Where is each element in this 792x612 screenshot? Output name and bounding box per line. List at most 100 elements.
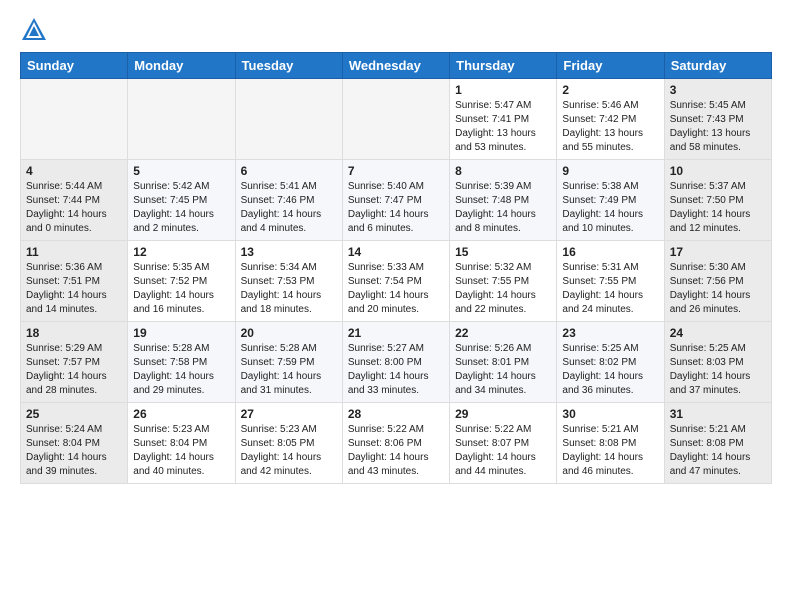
header [20,16,772,44]
day-number: 5 [133,164,229,178]
header-friday: Friday [557,53,664,79]
day-number: 23 [562,326,658,340]
day-number: 6 [241,164,337,178]
day-number: 31 [670,407,766,421]
page: SundayMondayTuesdayWednesdayThursdayFrid… [0,0,792,500]
day-info: Sunrise: 5:28 AM Sunset: 7:58 PM Dayligh… [133,342,229,398]
day-number: 12 [133,245,229,259]
day-info: Sunrise: 5:24 AM Sunset: 8:04 PM Dayligh… [26,423,122,479]
calendar-cell [128,79,235,160]
calendar-cell: 4 Sunrise: 5:44 AM Sunset: 7:44 PM Daylig… [21,160,128,241]
day-number: 11 [26,245,122,259]
day-info: Sunrise: 5:42 AM Sunset: 7:45 PM Dayligh… [133,180,229,236]
day-number: 21 [348,326,444,340]
day-number: 9 [562,164,658,178]
header-sunday: Sunday [21,53,128,79]
day-info: Sunrise: 5:23 AM Sunset: 8:05 PM Dayligh… [241,423,337,479]
day-number: 10 [670,164,766,178]
calendar-cell [21,79,128,160]
calendar-cell: 31 Sunrise: 5:21 AM Sunset: 8:08 PM Dayli… [664,403,771,484]
calendar-cell: 1 Sunrise: 5:47 AM Sunset: 7:41 PM Daylig… [450,79,557,160]
day-info: Sunrise: 5:21 AM Sunset: 8:08 PM Dayligh… [562,423,658,479]
header-thursday: Thursday [450,53,557,79]
day-number: 3 [670,83,766,97]
day-info: Sunrise: 5:38 AM Sunset: 7:49 PM Dayligh… [562,180,658,236]
header-wednesday: Wednesday [342,53,449,79]
day-info: Sunrise: 5:21 AM Sunset: 8:08 PM Dayligh… [670,423,766,479]
day-info: Sunrise: 5:35 AM Sunset: 7:52 PM Dayligh… [133,261,229,317]
day-info: Sunrise: 5:40 AM Sunset: 7:47 PM Dayligh… [348,180,444,236]
day-number: 7 [348,164,444,178]
day-info: Sunrise: 5:34 AM Sunset: 7:53 PM Dayligh… [241,261,337,317]
day-number: 8 [455,164,551,178]
day-number: 20 [241,326,337,340]
calendar-cell: 10 Sunrise: 5:37 AM Sunset: 7:50 PM Dayli… [664,160,771,241]
day-info: Sunrise: 5:23 AM Sunset: 8:04 PM Dayligh… [133,423,229,479]
calendar-cell: 15Sunrise: 5:32 AM Sunset: 7:55 PM Dayli… [450,241,557,322]
calendar-cell: 22Sunrise: 5:26 AM Sunset: 8:01 PM Dayli… [450,322,557,403]
day-info: Sunrise: 5:39 AM Sunset: 7:48 PM Dayligh… [455,180,551,236]
day-info: Sunrise: 5:32 AM Sunset: 7:55 PM Dayligh… [455,261,551,317]
day-info: Sunrise: 5:36 AM Sunset: 7:51 PM Dayligh… [26,261,122,317]
calendar-cell: 2Sunrise: 5:46 AM Sunset: 7:42 PM Daylig… [557,79,664,160]
day-info: Sunrise: 5:25 AM Sunset: 8:02 PM Dayligh… [562,342,658,398]
calendar-cell: 19Sunrise: 5:28 AM Sunset: 7:58 PM Dayli… [128,322,235,403]
calendar-cell: 21 Sunrise: 5:27 AM Sunset: 8:00 PM Dayli… [342,322,449,403]
day-info: Sunrise: 5:37 AM Sunset: 7:50 PM Dayligh… [670,180,766,236]
calendar-cell: 24 Sunrise: 5:25 AM Sunset: 8:03 PM Dayli… [664,322,771,403]
day-info: Sunrise: 5:30 AM Sunset: 7:56 PM Dayligh… [670,261,766,317]
header-monday: Monday [128,53,235,79]
day-number: 14 [348,245,444,259]
day-info: Sunrise: 5:44 AM Sunset: 7:44 PM Dayligh… [26,180,122,236]
day-info: Sunrise: 5:45 AM Sunset: 7:43 PM Dayligh… [670,99,766,155]
day-number: 28 [348,407,444,421]
day-number: 16 [562,245,658,259]
day-info: Sunrise: 5:41 AM Sunset: 7:46 PM Dayligh… [241,180,337,236]
day-number: 4 [26,164,122,178]
calendar-cell [235,79,342,160]
calendar-cell: 11 Sunrise: 5:36 AM Sunset: 7:51 PM Dayli… [21,241,128,322]
calendar-cell: 14Sunrise: 5:33 AM Sunset: 7:54 PM Dayli… [342,241,449,322]
day-info: Sunrise: 5:29 AM Sunset: 7:57 PM Dayligh… [26,342,122,398]
day-info: Sunrise: 5:25 AM Sunset: 8:03 PM Dayligh… [670,342,766,398]
calendar-cell: 3 Sunrise: 5:45 AM Sunset: 7:43 PM Daylig… [664,79,771,160]
calendar-cell: 23 Sunrise: 5:25 AM Sunset: 8:02 PM Dayli… [557,322,664,403]
logo [20,16,50,44]
header-saturday: Saturday [664,53,771,79]
day-number: 17 [670,245,766,259]
day-number: 25 [26,407,122,421]
calendar-week-1: 1 Sunrise: 5:47 AM Sunset: 7:41 PM Daylig… [21,79,772,160]
calendar-week-5: 25 Sunrise: 5:24 AM Sunset: 8:04 PM Dayli… [21,403,772,484]
day-info: Sunrise: 5:27 AM Sunset: 8:00 PM Dayligh… [348,342,444,398]
day-number: 24 [670,326,766,340]
calendar-cell: 9 Sunrise: 5:38 AM Sunset: 7:49 PM Daylig… [557,160,664,241]
calendar-cell: 7 Sunrise: 5:40 AM Sunset: 7:47 PM Daylig… [342,160,449,241]
calendar-cell [342,79,449,160]
header-tuesday: Tuesday [235,53,342,79]
day-number: 29 [455,407,551,421]
calendar-week-2: 4 Sunrise: 5:44 AM Sunset: 7:44 PM Daylig… [21,160,772,241]
day-info: Sunrise: 5:47 AM Sunset: 7:41 PM Dayligh… [455,99,551,155]
calendar-header-row: SundayMondayTuesdayWednesdayThursdayFrid… [21,53,772,79]
day-number: 27 [241,407,337,421]
logo-icon [20,16,48,44]
calendar-week-3: 11 Sunrise: 5:36 AM Sunset: 7:51 PM Dayli… [21,241,772,322]
calendar-cell: 27 Sunrise: 5:23 AM Sunset: 8:05 PM Dayli… [235,403,342,484]
calendar-cell: 26Sunrise: 5:23 AM Sunset: 8:04 PM Dayli… [128,403,235,484]
calendar-cell: 8 Sunrise: 5:39 AM Sunset: 7:48 PM Daylig… [450,160,557,241]
calendar-cell: 12 Sunrise: 5:35 AM Sunset: 7:52 PM Dayli… [128,241,235,322]
day-info: Sunrise: 5:22 AM Sunset: 8:06 PM Dayligh… [348,423,444,479]
calendar-cell: 17 Sunrise: 5:30 AM Sunset: 7:56 PM Dayli… [664,241,771,322]
calendar-cell: 25 Sunrise: 5:24 AM Sunset: 8:04 PM Dayli… [21,403,128,484]
calendar-cell: 20 Sunrise: 5:28 AM Sunset: 7:59 PM Dayli… [235,322,342,403]
calendar-cell: 6 Sunrise: 5:41 AM Sunset: 7:46 PM Daylig… [235,160,342,241]
day-number: 13 [241,245,337,259]
day-info: Sunrise: 5:28 AM Sunset: 7:59 PM Dayligh… [241,342,337,398]
calendar-cell: 16Sunrise: 5:31 AM Sunset: 7:55 PM Dayli… [557,241,664,322]
day-number: 22 [455,326,551,340]
day-number: 1 [455,83,551,97]
calendar-cell: 5 Sunrise: 5:42 AM Sunset: 7:45 PM Daylig… [128,160,235,241]
calendar-week-4: 18Sunrise: 5:29 AM Sunset: 7:57 PM Dayli… [21,322,772,403]
calendar-table: SundayMondayTuesdayWednesdayThursdayFrid… [20,52,772,484]
day-info: Sunrise: 5:46 AM Sunset: 7:42 PM Dayligh… [562,99,658,155]
